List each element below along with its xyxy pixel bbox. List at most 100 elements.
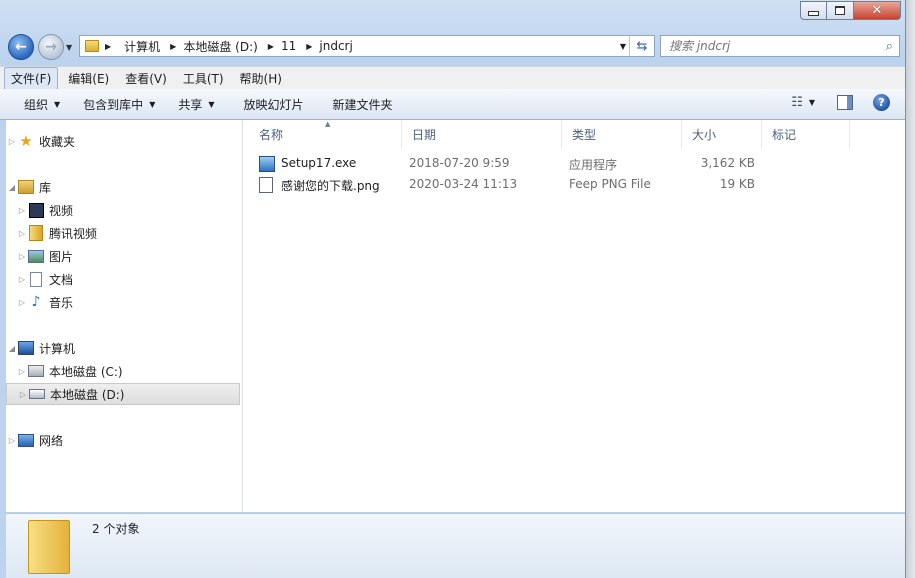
new-folder-button[interactable]: 新建文件夹 xyxy=(313,96,402,113)
organize-label: 组织 xyxy=(24,97,49,112)
chevron-right-icon[interactable]: ▷ xyxy=(16,367,28,376)
file-row[interactable]: 感谢您的下载.png 2020-03-24 11:13 Feep PNG Fil… xyxy=(259,175,859,195)
chevron-right-icon: ▶ xyxy=(170,41,177,51)
chevron-expanded-icon[interactable]: ◢ xyxy=(6,344,18,353)
chevron-right-icon[interactable]: ▷ xyxy=(6,436,18,445)
column-header-name[interactable]: ▲ 名称 xyxy=(243,120,402,148)
menu-bar: 文件(F) 编辑(E) 查看(V) 工具(T) 帮助(H) xyxy=(0,66,905,90)
slideshow-label: 放映幻灯片 xyxy=(243,97,304,112)
folder-icon xyxy=(28,520,70,574)
back-forward-group: ← → ▼ xyxy=(8,33,84,61)
breadcrumb-sep[interactable]: ▶ xyxy=(264,42,281,51)
menu-file[interactable]: 文件(F) xyxy=(4,66,59,90)
menu-help[interactable]: 帮助(H) xyxy=(234,68,288,89)
maximize-button[interactable] xyxy=(827,1,854,20)
search-box: ⌕ xyxy=(660,35,900,57)
close-icon: ✕ xyxy=(871,3,883,18)
address-bar[interactable]: ▶ 计算机 ▶ 本地磁盘 (D:) ▶ 11 ▶ jndcrj ▼ ⇆ xyxy=(79,35,655,57)
sidebar-item-favorites[interactable]: ▷ ★ 收藏夹 xyxy=(6,130,240,152)
search-input[interactable] xyxy=(667,38,871,54)
chevron-down-icon[interactable]: ▼ xyxy=(809,98,815,107)
column-header-type[interactable]: 类型 xyxy=(562,120,682,148)
exe-file-icon xyxy=(259,156,275,172)
breadcrumb-sep[interactable]: ▶ xyxy=(302,42,319,51)
breadcrumb-label: 11 xyxy=(280,39,297,53)
library-icon xyxy=(18,180,34,194)
back-button[interactable]: ← xyxy=(8,34,34,60)
chevron-right-icon: ▶ xyxy=(306,41,313,51)
sidebar-item-computer[interactable]: ◢ 计算机 xyxy=(6,337,240,359)
chevron-right-icon[interactable]: ▷ xyxy=(6,137,18,146)
sidebar-item-drive-d[interactable]: ▷ 本地磁盘 (D:) xyxy=(6,383,240,405)
computer-icon xyxy=(18,341,34,355)
forward-button[interactable]: → xyxy=(38,34,64,60)
picture-library-icon xyxy=(28,249,44,263)
column-header-label: 类型 xyxy=(572,127,597,142)
close-button[interactable]: ✕ xyxy=(854,1,901,20)
include-in-library-label: 包含到库中 xyxy=(83,97,144,112)
include-in-library-button[interactable]: 包含到库中 ▼ xyxy=(69,96,164,113)
menu-view[interactable]: 查看(V) xyxy=(119,68,173,89)
hard-drive-icon xyxy=(29,387,45,401)
navigation-pane: ▷ ★ 收藏夹 ◢ 库 ▷ 视频 ▷ 腾讯视频 ▷ 图片 ▷ 文档 ▷ ♪ 音乐… xyxy=(6,120,243,512)
minimize-button[interactable] xyxy=(800,1,827,20)
chevron-right-icon[interactable]: ▷ xyxy=(17,390,29,399)
column-header-label: 名称 xyxy=(259,127,284,142)
breadcrumb-label: 本地磁盘 (D:) xyxy=(183,39,258,54)
breadcrumb-11[interactable]: 11 xyxy=(281,39,296,53)
file-row[interactable]: Setup17.exe 2018-07-20 9:59 应用程序 3,162 K… xyxy=(259,154,859,174)
sidebar-item-label: 文档 xyxy=(49,272,74,287)
views-icon[interactable]: ☷ xyxy=(791,95,803,110)
chevron-right-icon[interactable]: ▷ xyxy=(16,229,28,238)
recent-pages-dropdown-icon[interactable]: ▼ xyxy=(66,43,72,52)
document-library-icon xyxy=(28,271,44,287)
chevron-down-icon: ▼ xyxy=(149,99,156,109)
file-date: 2020-03-24 11:13 xyxy=(409,177,518,191)
sidebar-item-network[interactable]: ▷ 网络 xyxy=(6,429,240,451)
slideshow-button[interactable]: 放映幻灯片 xyxy=(224,96,313,113)
address-history-dropdown-icon[interactable]: ▼ xyxy=(620,42,626,51)
chevron-right-icon[interactable]: ▷ xyxy=(16,252,28,261)
breadcrumb-jndcrj[interactable]: jndcrj xyxy=(319,39,352,53)
maximize-icon xyxy=(835,6,845,15)
search-icon[interactable]: ⌕ xyxy=(886,39,893,54)
chevron-right-icon[interactable]: ▷ xyxy=(16,206,28,215)
music-note-icon: ♪ xyxy=(31,294,41,310)
folder-icon xyxy=(85,40,99,52)
forward-arrow-icon: → xyxy=(45,39,57,55)
menu-edit[interactable]: 编辑(E) xyxy=(62,68,115,89)
breadcrumb-computer[interactable]: 计算机 xyxy=(124,38,160,55)
sidebar-item-music[interactable]: ▷ ♪ 音乐 xyxy=(6,291,250,313)
star-icon: ★ xyxy=(19,132,33,150)
sidebar-item-label: 音乐 xyxy=(49,295,74,310)
chevron-right-icon: ▶ xyxy=(105,41,112,51)
chevron-right-icon[interactable]: ▷ xyxy=(16,275,28,284)
menu-tools[interactable]: 工具(T) xyxy=(177,68,230,89)
column-header-date[interactable]: 日期 xyxy=(402,120,562,148)
sidebar-item-documents[interactable]: ▷ 文档 xyxy=(6,268,250,290)
breadcrumb-root-arrow[interactable]: ▶ xyxy=(105,42,118,51)
column-header-tags[interactable]: 标记 xyxy=(762,120,850,148)
video-library-icon xyxy=(28,202,44,218)
share-button[interactable]: 共享 ▼ xyxy=(164,96,223,113)
chevron-right-icon[interactable]: ▷ xyxy=(16,298,28,307)
breadcrumb-sep[interactable]: ▶ xyxy=(166,42,183,51)
sidebar-item-libraries[interactable]: ◢ 库 xyxy=(6,176,240,198)
sidebar-item-tencent-video[interactable]: ▷ 腾讯视频 xyxy=(6,222,250,244)
column-header-label: 标记 xyxy=(772,127,797,142)
sidebar-item-drive-c[interactable]: ▷ 本地磁盘 (C:) xyxy=(6,360,250,382)
sidebar-item-label: 收藏夹 xyxy=(39,134,76,149)
preview-pane-icon[interactable] xyxy=(837,95,853,110)
sidebar-item-pictures[interactable]: ▷ 图片 xyxy=(6,245,250,267)
sidebar-item-videos[interactable]: ▷ 视频 xyxy=(6,199,250,221)
sidebar-item-label: 网络 xyxy=(39,433,64,448)
help-icon[interactable]: ? xyxy=(873,94,890,111)
organize-button[interactable]: 组织 ▼ xyxy=(0,96,69,113)
refresh-button[interactable]: ⇆ xyxy=(629,36,654,56)
file-name: Setup17.exe xyxy=(281,156,357,170)
column-header-size[interactable]: 大小 xyxy=(682,120,762,148)
breadcrumb-drive-d[interactable]: 本地磁盘 (D:) xyxy=(183,38,257,55)
chevron-expanded-icon[interactable]: ◢ xyxy=(6,183,18,192)
chevron-down-icon: ▼ xyxy=(54,99,61,109)
png-file-icon xyxy=(259,177,273,193)
